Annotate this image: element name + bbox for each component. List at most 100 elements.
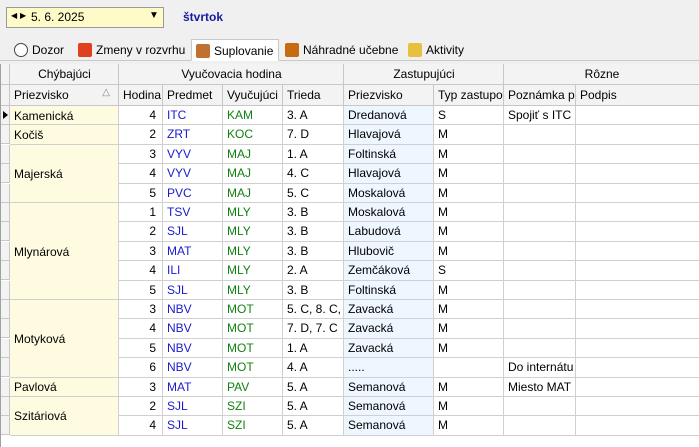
cell-trieda[interactable]: 1. A	[283, 144, 344, 165]
cell-trieda[interactable]: 2. A	[283, 261, 344, 281]
cell-podpis[interactable]	[576, 145, 699, 165]
cell-hodina[interactable]: 2	[119, 397, 163, 417]
row-indicator[interactable]	[1, 338, 10, 358]
cell-zast-priezvisko[interactable]: Semanová	[344, 377, 434, 397]
cell-hodina[interactable]: 3	[119, 241, 163, 262]
cell-predmet[interactable]: SJL	[163, 416, 223, 436]
row-selector-header[interactable]	[1, 64, 10, 85]
cell-trieda[interactable]: 5. A	[283, 397, 344, 417]
prev-day-arrow-icon[interactable]: ◀	[11, 11, 17, 20]
cell-zast-priezvisko[interactable]: Semanová	[344, 397, 434, 417]
cell-zast-priezvisko[interactable]: Labudová	[344, 222, 434, 242]
cell-typ[interactable]: M	[434, 280, 504, 300]
cell-predmet[interactable]: SJL	[163, 222, 223, 242]
col-podpis[interactable]: Podpis	[576, 85, 699, 106]
cell-hodina[interactable]: 2	[119, 125, 163, 145]
cell-typ[interactable]: M	[434, 241, 504, 262]
cell-vyucujuci[interactable]: MLY	[223, 203, 283, 223]
row-indicator[interactable]	[1, 358, 10, 378]
row-indicator[interactable]	[1, 261, 10, 281]
cell-zast-priezvisko[interactable]: Zavacká	[344, 300, 434, 320]
tab-aktivity[interactable]: Aktivity	[408, 39, 464, 61]
cell-podpis[interactable]	[576, 164, 699, 184]
cell-hodina[interactable]: 6	[119, 358, 163, 378]
cell-vyucujuci[interactable]: MLY	[223, 261, 283, 281]
cell-podpis[interactable]	[576, 203, 699, 223]
row-selector-header[interactable]	[1, 85, 10, 106]
cell-predmet[interactable]: NBV	[163, 358, 223, 378]
cell-typ[interactable]: S	[434, 261, 504, 281]
cell-zast-priezvisko[interactable]: Zemčáková	[344, 261, 434, 281]
row-indicator[interactable]	[1, 280, 10, 300]
cell-typ[interactable]: M	[434, 319, 504, 339]
cell-typ[interactable]: M	[434, 203, 504, 223]
cell-vyucujuci[interactable]: MOT	[223, 358, 283, 378]
cell-vyucujuci[interactable]: MOT	[223, 319, 283, 339]
cell-typ[interactable]: M	[434, 222, 504, 242]
cell-predmet[interactable]: SJL	[163, 280, 223, 300]
cell-poznamka[interactable]	[504, 144, 576, 165]
col-zast-priezvisko[interactable]: Priezvisko	[344, 85, 434, 106]
cell-vyucujuci[interactable]: KAM	[223, 106, 283, 126]
cell-typ[interactable]: M	[434, 300, 504, 320]
cell-predmet[interactable]: MAT	[163, 377, 223, 397]
cell-hodina[interactable]: 5	[119, 280, 163, 300]
cell-poznamka[interactable]	[504, 319, 576, 339]
cell-podpis[interactable]	[576, 358, 699, 378]
row-indicator[interactable]	[1, 164, 10, 184]
col-hodina[interactable]: Hodina	[119, 85, 163, 106]
cell-zast-priezvisko[interactable]: Dredanová	[344, 106, 434, 126]
cell-zast-priezvisko[interactable]: Foltinská	[344, 280, 434, 300]
cell-vyucujuci[interactable]: MLY	[223, 241, 283, 262]
cell-typ[interactable]: M	[434, 164, 504, 184]
cell-trieda[interactable]: 7. D	[283, 125, 344, 145]
cell-predmet[interactable]: NBV	[163, 319, 223, 339]
cell-podpis[interactable]	[576, 261, 699, 281]
cell-podpis[interactable]	[576, 281, 699, 300]
col-poznamka[interactable]: Poznámka pi	[504, 85, 576, 106]
cell-absent-teacher[interactable]: Pavlová	[10, 377, 119, 397]
cell-absent-teacher[interactable]: Mlynárová	[10, 203, 119, 300]
cell-vyucujuci[interactable]: SZI	[223, 397, 283, 417]
cell-vyucujuci[interactable]: MAJ	[223, 164, 283, 184]
cell-absent-teacher[interactable]: Kamenická	[10, 106, 119, 126]
cell-zast-priezvisko[interactable]: Zavacká	[344, 338, 434, 359]
cell-zast-priezvisko[interactable]: Moskalová	[344, 203, 434, 223]
cell-typ[interactable]: M	[434, 183, 504, 203]
row-indicator[interactable]	[1, 300, 10, 319]
cell-trieda[interactable]: 1. A	[283, 338, 344, 359]
cell-trieda[interactable]: 4. A	[283, 358, 344, 378]
cell-poznamka[interactable]	[504, 222, 576, 242]
cell-podpis[interactable]	[576, 184, 699, 203]
cell-typ[interactable]: M	[434, 338, 504, 359]
cell-vyucujuci[interactable]: MAJ	[223, 183, 283, 203]
col-priezvisko[interactable]: Priezvisko △	[10, 85, 119, 106]
cell-hodina[interactable]: 3	[119, 144, 163, 165]
cell-predmet[interactable]: NBV	[163, 338, 223, 359]
cell-vyucujuci[interactable]: MLY	[223, 280, 283, 300]
tab-dozor[interactable]: Dozor	[14, 39, 64, 61]
row-indicator[interactable]	[1, 416, 10, 436]
row-indicator[interactable]	[1, 144, 10, 164]
cell-hodina[interactable]: 1	[119, 203, 163, 223]
cell-zast-priezvisko[interactable]: Hlubovič	[344, 241, 434, 262]
cell-podpis[interactable]	[576, 125, 699, 145]
cell-predmet[interactable]: PVC	[163, 183, 223, 203]
cell-zast-priezvisko[interactable]: Moskalová	[344, 183, 434, 203]
cell-vyucujuci[interactable]: MLY	[223, 222, 283, 242]
date-picker[interactable]: ◀ ▶ 5. 6. 2025 ▼	[6, 7, 164, 28]
cell-zast-priezvisko[interactable]: Hlavajová	[344, 125, 434, 145]
cell-trieda[interactable]: 5. A	[283, 416, 344, 436]
cell-poznamka[interactable]	[504, 300, 576, 320]
cell-poznamka[interactable]	[504, 241, 576, 262]
cell-trieda[interactable]: 3. A	[283, 106, 344, 126]
cell-zast-priezvisko[interactable]: Zavacká	[344, 319, 434, 339]
cell-absent-teacher[interactable]: Motyková	[10, 300, 119, 378]
row-indicator[interactable]	[1, 203, 10, 222]
cell-vyucujuci[interactable]: KOC	[223, 125, 283, 145]
row-indicator[interactable]	[1, 222, 10, 242]
cell-vyucujuci[interactable]: MOT	[223, 338, 283, 359]
date-value[interactable]: 5. 6. 2025	[31, 10, 84, 24]
cell-podpis[interactable]	[576, 222, 699, 242]
cell-vyucujuci[interactable]: MOT	[223, 300, 283, 320]
